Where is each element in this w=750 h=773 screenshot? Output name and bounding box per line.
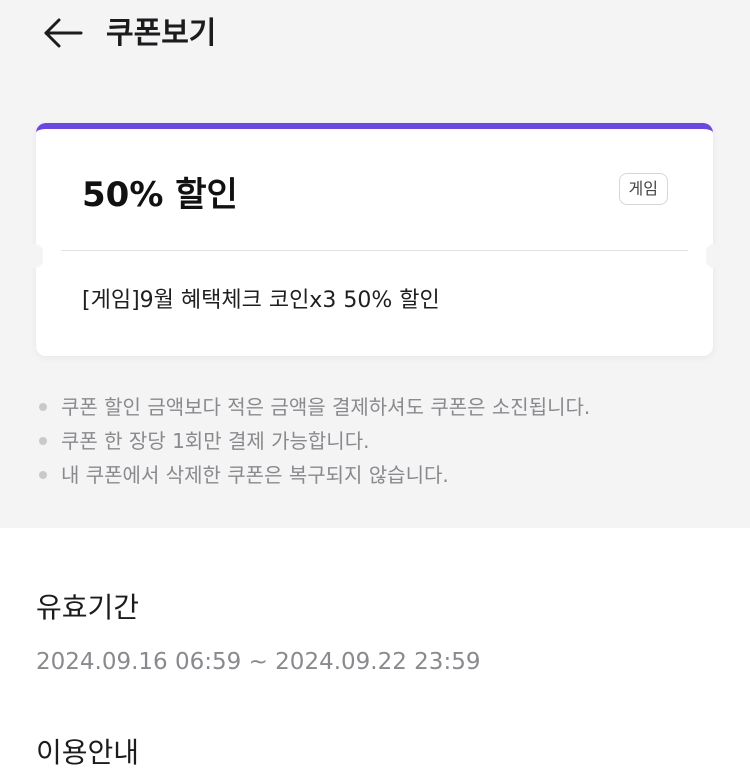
notice-item: 내 쿠폰에서 삭제한 쿠폰은 복구되지 않습니다. <box>36 458 726 492</box>
usage-title: 이용안내 <box>36 736 140 769</box>
arrow-left-icon <box>43 18 83 52</box>
ticket-notch-right <box>706 244 722 268</box>
coupon-description: [게임]9월 혜택체크 코인x3 50% 할인 <box>82 288 440 313</box>
bullet-icon <box>39 471 47 479</box>
bullet-icon <box>39 403 47 411</box>
notice-item: 쿠폰 한 장당 1회만 결제 가능합니다. <box>36 424 726 458</box>
back-button[interactable] <box>40 12 86 58</box>
notice-item: 쿠폰 할인 금액보다 적은 금액을 결제하셔도 쿠폰은 소진됩니다. <box>36 390 726 424</box>
category-badge: 게임 <box>618 173 668 205</box>
coupon-card: 50% 할인 게임 [게임]9월 혜택체크 코인x3 50% 할인 <box>27 123 722 356</box>
notice-text: 쿠폰 한 장당 1회만 결제 가능합니다. <box>61 429 370 453</box>
discount-title: 50% 할인 <box>82 175 238 215</box>
ticket-notch-left <box>27 244 43 268</box>
notice-list: 쿠폰 할인 금액보다 적은 금액을 결제하셔도 쿠폰은 소진됩니다. 쿠폰 한 … <box>36 390 726 492</box>
header: 쿠폰보기 <box>0 0 750 70</box>
validity-title: 유효기간 <box>36 591 140 624</box>
card-divider <box>61 250 688 251</box>
page-title: 쿠폰보기 <box>106 16 217 51</box>
notice-text: 쿠폰 할인 금액보다 적은 금액을 결제하셔도 쿠폰은 소진됩니다. <box>61 395 591 419</box>
validity-range: 2024.09.16 06:59 ~ 2024.09.22 23:59 <box>36 649 481 675</box>
notice-text: 내 쿠폰에서 삭제한 쿠폰은 복구되지 않습니다. <box>61 463 449 487</box>
bullet-icon <box>39 437 47 445</box>
